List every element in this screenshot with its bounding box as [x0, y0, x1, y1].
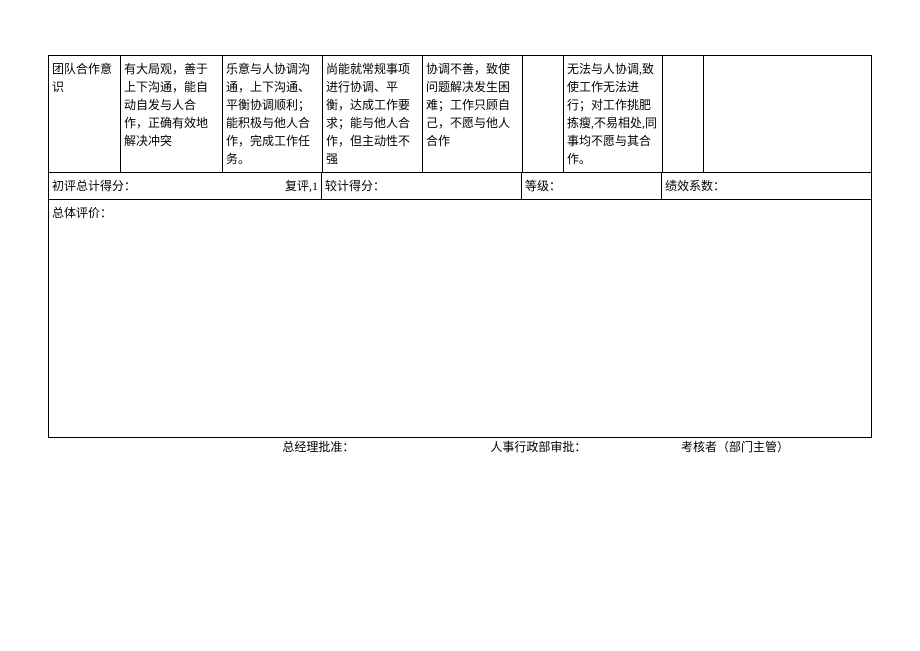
criteria-label: 团队合作意识	[49, 56, 121, 172]
evaluation-table: 团队合作意识 有大局观，善于上下沟通，能自动自发与人合作，正确有效地解决冲突 乐…	[48, 55, 872, 438]
rating-level-1: 有大局观，善于上下沟通，能自动自发与人合作，正确有效地解决冲突	[121, 56, 223, 172]
rating-blank-3	[704, 56, 871, 172]
coefficient-cell: 绩效系数：	[662, 173, 871, 199]
rating-blank-2	[663, 56, 704, 172]
grade-cell: 等级：	[522, 173, 662, 199]
score-summary-row: 初评总计得分： 复评,1 较计得分： 等级： 绩效系数：	[49, 173, 871, 200]
initial-score-cell: 初评总计得分： 复评,1	[49, 173, 322, 199]
rating-level-4: 协调不善，致使问题解决发生困难；工作只顾自己，不愿与他人合作	[423, 56, 523, 172]
signature-row: 总经理批准： 人事行政部审批： 考核者（部门主管）	[48, 438, 872, 456]
overall-comment-row: 总体评价：	[49, 200, 871, 438]
rating-blank-1	[523, 56, 564, 172]
initial-score-label: 初评总计得分：	[52, 179, 136, 193]
rating-level-5: 无法与人协调,致使工作无法进行；对工作挑肥拣瘦,不易相处,同事均不愿与其合作。	[564, 56, 663, 172]
gm-signature-label: 总经理批准：	[206, 438, 431, 456]
hr-signature-label: 人事行政部审批：	[431, 438, 646, 456]
overall-comment-label: 总体评价：	[49, 200, 871, 437]
rating-criteria-row: 团队合作意识 有大局观，善于上下沟通，能自动自发与人合作，正确有效地解决冲突 乐…	[49, 56, 871, 173]
supervisor-signature-label: 考核者（部门主管）	[646, 438, 824, 456]
rating-level-3: 尚能就常规事项进行协调、平衡，达成工作要求；能与他人合作，但主动性不强	[323, 56, 423, 172]
rating-level-2: 乐意与人协调沟通，上下沟通、平衡协调顺利；能积极与他人合作，完成工作任务。	[223, 56, 323, 172]
compare-score-cell: 较计得分：	[322, 173, 522, 199]
re-eval-label: 复评,1	[285, 177, 318, 195]
